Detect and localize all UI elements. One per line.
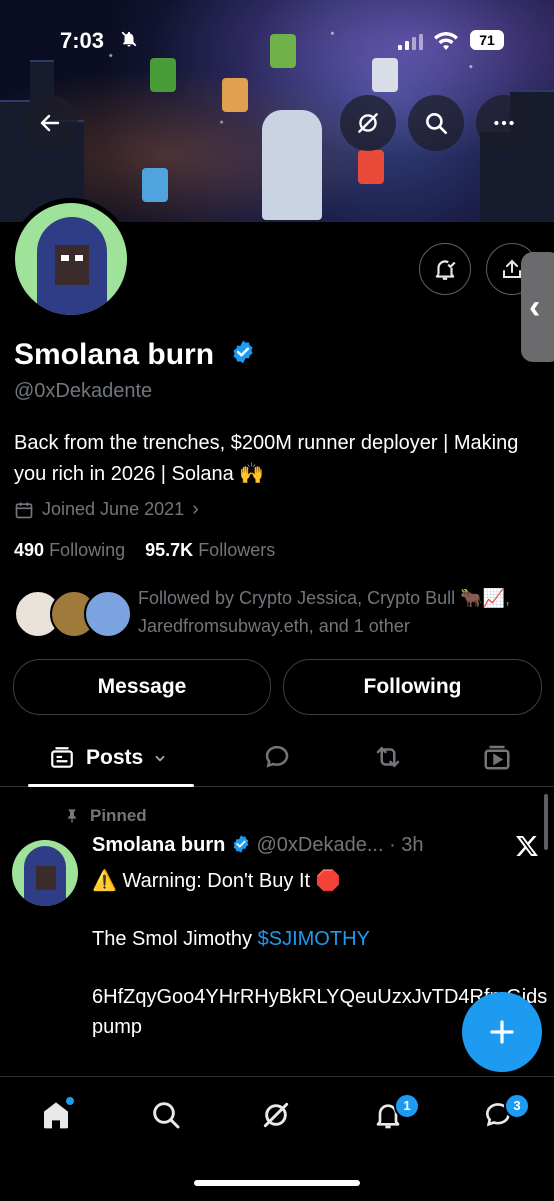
home-indicator[interactable] bbox=[194, 1180, 360, 1186]
back-button[interactable] bbox=[22, 95, 78, 151]
silent-mode-icon bbox=[120, 30, 138, 53]
profile-name: Smolana burn bbox=[14, 338, 256, 373]
chevron-right-icon: › bbox=[192, 498, 199, 520]
home-unread-dot bbox=[66, 1097, 74, 1105]
battery-indicator: 71 bbox=[470, 30, 504, 50]
verified-badge-icon[interactable] bbox=[230, 339, 256, 373]
status-time: 7:03 bbox=[60, 28, 105, 53]
nav-notifications[interactable]: 1 bbox=[372, 1093, 420, 1136]
follow-counts: 490 Following 95.7K Followers bbox=[14, 540, 275, 561]
following-count: 490 bbox=[14, 540, 45, 560]
cashtag-link[interactable]: $SJIMOTHY bbox=[258, 928, 370, 950]
grok-button[interactable] bbox=[340, 95, 396, 151]
avatar-face bbox=[55, 245, 89, 285]
following-button[interactable]: Following bbox=[283, 659, 542, 715]
banner-pixel-character bbox=[142, 168, 168, 202]
post-line: ⚠️ Warning: Don't Buy It 🛑 bbox=[92, 870, 341, 892]
banner-pixel-character bbox=[222, 78, 248, 112]
post-author-handle[interactable]: @0xDekade... bbox=[256, 834, 383, 856]
nav-grok[interactable] bbox=[260, 1099, 292, 1136]
profile-bio: Back from the trenches, $200M runner dep… bbox=[14, 432, 519, 485]
profile-handle: @0xDekadente bbox=[14, 380, 153, 402]
nav-messages[interactable]: 3 bbox=[482, 1093, 530, 1136]
plus-icon bbox=[490, 1020, 514, 1044]
wifi-icon bbox=[434, 32, 458, 55]
tab-reposts[interactable] bbox=[372, 742, 404, 777]
arrow-left-icon bbox=[40, 114, 60, 132]
messages-badge: 3 bbox=[504, 1093, 530, 1119]
tab-replies[interactable] bbox=[262, 742, 292, 777]
follower-avatar[interactable] bbox=[84, 590, 132, 638]
post-line: The Smol Jimothy $SJIMOTHY bbox=[92, 924, 552, 954]
profile-tabs: Posts bbox=[0, 730, 554, 787]
followed-by-text[interactable]: Followed by Crypto Jessica, Crypto Bull … bbox=[138, 584, 548, 640]
followers-label: Followers bbox=[198, 540, 276, 560]
side-panel-handle[interactable]: ‹ bbox=[521, 252, 554, 362]
compose-button[interactable] bbox=[462, 992, 542, 1072]
profile-avatar[interactable] bbox=[10, 198, 132, 320]
search-button[interactable] bbox=[408, 95, 464, 151]
banner-gamer-figure bbox=[262, 110, 322, 220]
avatar-image bbox=[15, 203, 127, 315]
post-header: Smolana burn @0xDekade... · 3h bbox=[92, 834, 424, 857]
following-count-link[interactable]: 490 Following bbox=[14, 540, 125, 560]
search-icon bbox=[153, 1102, 180, 1129]
tab-posts[interactable]: Posts bbox=[28, 730, 194, 787]
banner-pixel-character bbox=[358, 150, 384, 184]
reply-icon bbox=[265, 745, 289, 768]
posts-tab-icon bbox=[51, 747, 73, 768]
post-time[interactable]: · 3h bbox=[389, 834, 423, 856]
chevron-down-icon bbox=[155, 755, 165, 762]
pin-icon bbox=[68, 809, 76, 823]
scrollbar[interactable] bbox=[544, 794, 548, 850]
search-icon bbox=[426, 113, 448, 135]
chevron-left-icon: ‹ bbox=[529, 288, 541, 326]
tab-media[interactable] bbox=[482, 742, 512, 777]
followers-count: 95.7K bbox=[145, 540, 194, 560]
banner-pixel-character bbox=[150, 58, 176, 92]
pinned-label: Pinned bbox=[90, 806, 147, 825]
joined-date[interactable]: Joined June 2021 › bbox=[14, 498, 199, 521]
banner-pixel-ship bbox=[372, 58, 398, 92]
profile-banner[interactable]: 7:03 71 bbox=[0, 0, 554, 222]
followers-count-link[interactable]: 95.7K Followers bbox=[145, 540, 275, 560]
pinned-indicator: Pinned bbox=[64, 806, 147, 826]
nav-home[interactable] bbox=[40, 1097, 74, 1136]
grok-icon bbox=[358, 113, 378, 133]
more-options-button[interactable] bbox=[476, 95, 532, 151]
grok-icon bbox=[263, 1102, 289, 1128]
tab-posts-label: Posts bbox=[86, 746, 144, 769]
cellular-signal-icon bbox=[398, 34, 426, 55]
notifications-badge: 1 bbox=[394, 1093, 420, 1119]
video-icon bbox=[484, 745, 510, 770]
following-label: Following bbox=[49, 540, 126, 560]
message-button[interactable]: Message bbox=[13, 659, 271, 715]
status-bar: 7:03 71 bbox=[0, 28, 554, 58]
joined-date-text: Joined June 2021 bbox=[42, 499, 185, 519]
post-author-avatar[interactable] bbox=[12, 840, 78, 906]
nav-search[interactable] bbox=[150, 1099, 182, 1136]
profile-name-text: Smolana burn bbox=[14, 338, 215, 371]
verified-badge-icon bbox=[233, 835, 249, 853]
repost-icon bbox=[376, 746, 400, 768]
x-logo-icon bbox=[514, 834, 540, 865]
avatar-face bbox=[36, 866, 56, 890]
bell-check-icon bbox=[435, 260, 456, 280]
calendar-icon bbox=[15, 502, 33, 518]
more-horizontal-icon bbox=[494, 120, 514, 126]
notify-button[interactable] bbox=[419, 243, 471, 295]
post-author-name[interactable]: Smolana burn bbox=[92, 834, 225, 856]
post-text: The Smol Jimothy bbox=[92, 928, 258, 950]
